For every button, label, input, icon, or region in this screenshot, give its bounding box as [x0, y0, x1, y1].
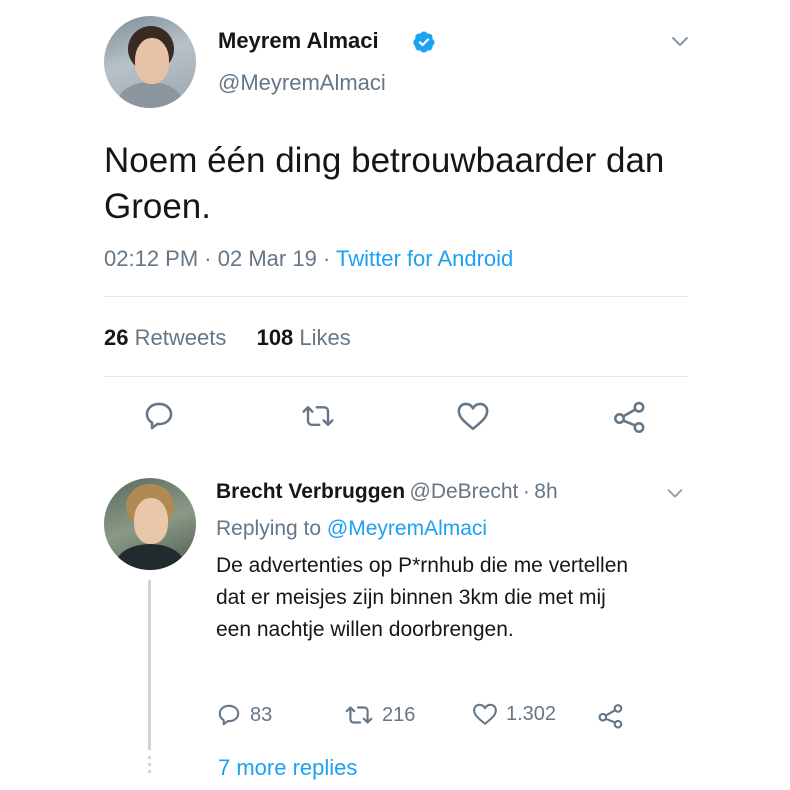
verified-badge-icon [412, 30, 436, 54]
retweets-stat[interactable]: 26 Retweets [104, 325, 226, 350]
like-count: 108 [256, 325, 294, 350]
retweet-count: 26 [104, 325, 129, 350]
reply-icon [218, 704, 240, 726]
reply-header: Brecht Verbruggen @DeBrecht · 8h [216, 480, 558, 504]
reply-author-handle[interactable]: @DeBrecht [410, 480, 519, 503]
author-name[interactable]: Meyrem Almaci [218, 28, 379, 54]
reply-author-avatar[interactable] [104, 478, 196, 570]
tweet-meta: 02:12 PM · 02 Mar 19 · Twitter for Andro… [104, 246, 513, 272]
author-avatar[interactable] [104, 16, 196, 108]
replying-to: Replying to @MeyremAlmaci [216, 517, 487, 541]
like-icon [473, 703, 497, 725]
reply-author-name[interactable]: Brecht Verbruggen [216, 480, 405, 503]
likes-stat[interactable]: 108 Likes [257, 325, 351, 350]
tweet-time: 02:12 PM [104, 246, 199, 271]
tweet-source-link[interactable]: Twitter for Android [336, 246, 513, 271]
reply-age: 8h [534, 480, 558, 503]
reply-like-action[interactable]: 1.302 [472, 702, 556, 726]
share-icon[interactable] [597, 702, 625, 735]
avatar-body [118, 82, 182, 108]
divider [104, 296, 688, 297]
reply-separator: · [522, 480, 530, 503]
tweet-date[interactable]: 02 Mar 19 [218, 246, 317, 271]
reply-reply-action[interactable]: 83 [216, 702, 272, 728]
reply-count: 83 [250, 703, 273, 726]
reply-like-count: 1.302 [506, 702, 557, 725]
tweet-stats: 26 Retweets 108 Likes [104, 325, 351, 351]
retweet-icon [345, 706, 373, 724]
meta-separator: · [204, 246, 212, 271]
chevron-down-icon[interactable] [669, 30, 691, 57]
like-label: Likes [299, 325, 351, 350]
author-handle[interactable]: @MeyremAlmaci [218, 70, 386, 96]
retweet-icon[interactable] [300, 401, 336, 431]
thread-line [148, 580, 151, 750]
avatar-face [135, 38, 169, 84]
more-replies-link[interactable]: 7 more replies [218, 755, 357, 781]
share-icon[interactable] [612, 399, 648, 435]
replying-label: Replying to [216, 517, 322, 540]
avatar-body [116, 544, 184, 570]
chevron-down-icon[interactable] [665, 483, 685, 508]
divider [104, 376, 688, 377]
replying-mention-link[interactable]: @MeyremAlmaci [327, 517, 487, 540]
tweet-text: Noem één ding betrouwbaarder dan Groen. [104, 141, 665, 226]
retweet-label: Retweets [134, 325, 227, 350]
avatar-face [134, 498, 168, 544]
reply-retweet-action[interactable]: 216 [344, 702, 415, 728]
meta-separator: · [322, 246, 331, 271]
reply-text: De advertenties op P*rnhub die me vertel… [216, 554, 629, 641]
reply-retweet-count: 216 [382, 703, 416, 726]
thread-dots [148, 756, 151, 773]
like-icon[interactable] [456, 400, 490, 432]
reply-icon[interactable] [142, 399, 176, 433]
